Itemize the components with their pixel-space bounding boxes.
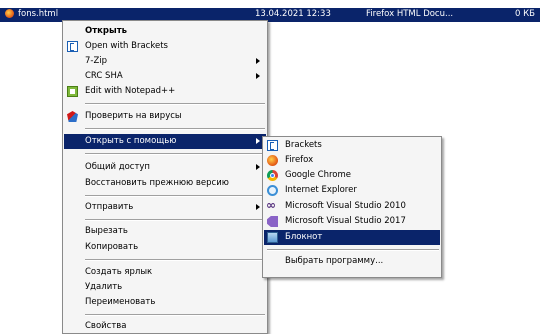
open-with-submenu: Brackets Firefox Google Chrome Internet … (262, 136, 442, 278)
menu-item-restore-previous[interactable]: Восстановить прежнюю версию (64, 176, 266, 191)
menu-item-rename[interactable]: Переименовать (64, 295, 266, 310)
firefox-icon (267, 155, 278, 166)
notepad-icon (267, 232, 278, 243)
menu-item-open[interactable]: Открыть (64, 24, 266, 39)
submenu-arrow-icon (256, 164, 260, 170)
menu-item-create-shortcut[interactable]: Создать ярлык (64, 265, 266, 280)
submenu-arrow-icon (256, 73, 260, 79)
menu-item-open-with-brackets[interactable]: Open with Brackets (64, 39, 266, 54)
file-type: Firefox HTML Docu... (366, 9, 454, 19)
file-date: 13.04.2021 12:33 (255, 9, 331, 19)
brackets-icon (267, 140, 278, 151)
visual-studio-2017-icon (267, 216, 278, 227)
submenu-item-chrome[interactable]: Google Chrome (264, 168, 440, 183)
menu-separator (85, 103, 265, 105)
menu-separator (85, 314, 265, 316)
menu-item-sharing[interactable]: Общий доступ (64, 160, 266, 175)
menu-item-delete[interactable]: Удалить (64, 280, 266, 295)
submenu-item-vs2017[interactable]: Microsoft Visual Studio 2017 (264, 214, 440, 229)
file-name: fons.html (18, 9, 59, 19)
menu-separator (85, 195, 265, 197)
submenu-item-notepad[interactable]: Блокнот (264, 230, 440, 245)
brackets-icon (67, 41, 78, 52)
menu-separator (85, 219, 265, 221)
menu-item-copy[interactable]: Копировать (64, 240, 266, 255)
submenu-arrow-icon (256, 58, 260, 64)
file-size: 0 КБ (515, 9, 535, 19)
submenu-item-choose-program[interactable]: Выбрать программу... (264, 254, 440, 269)
submenu-arrow-icon (256, 204, 260, 210)
submenu-item-brackets[interactable]: Brackets (264, 138, 440, 153)
menu-item-edit-notepadpp[interactable]: Edit with Notepad++ (64, 84, 266, 99)
menu-item-cut[interactable]: Вырезать (64, 224, 266, 239)
submenu-arrow-icon (256, 138, 260, 144)
submenu-item-firefox[interactable]: Firefox (264, 153, 440, 168)
chrome-icon (267, 170, 278, 181)
antivirus-icon (67, 111, 78, 122)
submenu-item-internet-explorer[interactable]: Internet Explorer (264, 183, 440, 198)
internet-explorer-icon (267, 185, 278, 196)
visual-studio-2010-icon: ∞ (266, 198, 276, 212)
menu-separator (85, 128, 265, 130)
submenu-item-vs2010[interactable]: ∞ Microsoft Visual Studio 2010 (264, 199, 440, 214)
menu-separator (85, 259, 265, 261)
context-menu: Открыть Open with Brackets 7-Zip CRC SHA… (62, 20, 268, 334)
firefox-file-icon (5, 9, 14, 18)
menu-item-send-to[interactable]: Отправить (64, 200, 266, 215)
menu-item-open-with[interactable]: Открыть с помощью (64, 134, 266, 149)
menu-separator (267, 249, 439, 251)
notepadpp-icon (67, 86, 78, 97)
menu-item-7zip[interactable]: 7-Zip (64, 54, 266, 69)
menu-item-check-viruses[interactable]: Проверить на вирусы (64, 109, 266, 124)
menu-separator (85, 153, 265, 155)
menu-item-crc-sha[interactable]: CRC SHA (64, 69, 266, 84)
